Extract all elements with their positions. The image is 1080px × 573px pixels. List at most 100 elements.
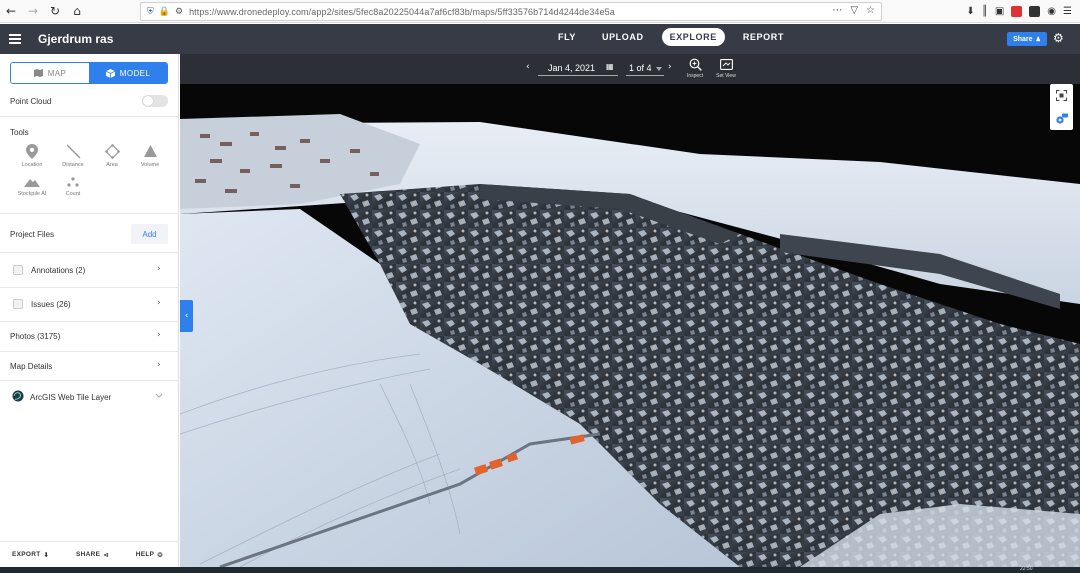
pocket-icon[interactable]: ▽: [850, 5, 858, 16]
os-taskbar: [0, 567, 1080, 573]
shield-icon[interactable]: ⛨: [147, 7, 154, 17]
taskbar-clock: 22:50: [1020, 566, 1033, 572]
issues-checkbox[interactable]: [13, 299, 23, 309]
inspect-magnifier-icon: [689, 58, 702, 71]
permissions-icon[interactable]: ⚙: [175, 7, 183, 17]
count-dots-icon: [67, 177, 79, 187]
divider: [0, 287, 179, 288]
app-header: Gjerdrum ras FLY UPLOAD EXPLORE REPORT S…: [0, 24, 1080, 54]
divider: [0, 321, 179, 322]
reload-icon[interactable]: ↻: [44, 0, 66, 23]
model-viewer[interactable]: ‹ Jan 4, 2021 ▦ 1 of 4 › Inspect Set Vie…: [180, 54, 1080, 567]
point-cloud-label: Point Cloud: [10, 97, 52, 106]
arcgis-layer-row[interactable]: ArcGIS Web Tile Layer: [30, 393, 111, 402]
divider: [0, 351, 179, 352]
home-icon[interactable]: ⌂: [66, 0, 88, 23]
tool-stockpile-ai[interactable]: Stockpile AI: [12, 177, 52, 197]
map-details-row[interactable]: Map Details: [10, 362, 52, 371]
help-button[interactable]: HELP ❂: [136, 551, 163, 559]
chevron-down-icon[interactable]: [155, 393, 163, 399]
model-view-label: MODEL: [119, 68, 151, 78]
point-cloud-switch[interactable]: [142, 95, 168, 107]
set-view-icon: [720, 59, 733, 70]
tool-distance[interactable]: Distance: [53, 144, 93, 168]
photos-row[interactable]: Photos (3175): [10, 332, 60, 341]
page-value: 1 of 4: [629, 63, 652, 73]
share-button[interactable]: Share ♟: [1007, 32, 1047, 46]
inspect-label: Inspect: [686, 73, 704, 79]
divider: [0, 252, 179, 253]
divider: [0, 213, 179, 214]
main-nav-tabs: FLY UPLOAD EXPLORE REPORT: [545, 28, 797, 46]
model-view-button[interactable]: MODEL: [89, 63, 167, 83]
landslide-3d-model[interactable]: [180, 84, 1080, 567]
next-date-chevron-icon[interactable]: ›: [668, 62, 672, 72]
annotations-chevron-icon[interactable]: ›: [157, 264, 161, 274]
divider: [0, 116, 179, 117]
help-lifebuoy-icon: ❂: [157, 550, 163, 559]
annotations-row[interactable]: Annotations (2): [31, 266, 85, 275]
arcgis-globe-icon: [12, 390, 24, 402]
page-actions-icon[interactable]: ⋯: [832, 5, 842, 16]
tool-count[interactable]: Count: [53, 177, 93, 197]
download-icon: ⬇: [43, 550, 50, 559]
address-bar[interactable]: ⛨ 🔒 ⚙ https://www.dronedeploy.com/app2/s…: [140, 2, 882, 21]
tool-stockpile-label: Stockpile AI: [17, 191, 47, 197]
area-polygon-icon: [104, 144, 120, 159]
annotations-checkbox[interactable]: [13, 265, 23, 275]
lock-icon[interactable]: 🔒: [159, 7, 170, 17]
map-view-label: MAP: [47, 68, 67, 78]
tool-location[interactable]: Location: [12, 144, 52, 168]
tool-volume[interactable]: Volume: [130, 144, 170, 168]
fullscreen-icon: [1056, 90, 1067, 101]
settings-gear-icon[interactable]: ⚙: [1053, 31, 1064, 45]
previous-date-chevron-icon[interactable]: ‹: [526, 62, 530, 72]
viewer-toolbar: ‹ Jan 4, 2021 ▦ 1 of 4 › Inspect Set Vie…: [180, 54, 1080, 84]
hamburger-menu-icon[interactable]: [0, 24, 30, 54]
back-icon[interactable]: ←: [0, 0, 22, 23]
issues-chevron-icon[interactable]: ›: [157, 298, 161, 308]
tab-upload[interactable]: UPLOAD: [594, 28, 652, 46]
map-title: Gjerdrum ras: [38, 32, 114, 46]
library-icon[interactable]: ║: [982, 6, 988, 17]
settings-cog-icon: [1056, 113, 1068, 124]
issues-row[interactable]: Issues (26): [31, 300, 71, 309]
share-footer-label: SHARE: [75, 551, 101, 558]
caret-down-icon: [656, 67, 662, 71]
distance-line-icon: [66, 144, 80, 159]
photos-chevron-icon[interactable]: ›: [157, 330, 161, 340]
tab-report[interactable]: REPORT: [735, 28, 792, 46]
map-icon: [33, 69, 43, 77]
add-project-file-button[interactable]: Add: [131, 224, 168, 244]
extension-red-icon[interactable]: [1011, 6, 1023, 17]
share-icon: ⊲: [103, 550, 109, 559]
viewer-settings-button[interactable]: [1050, 107, 1073, 130]
location-pin-icon: [26, 144, 38, 159]
collapse-sidebar-tab[interactable]: ‹: [180, 300, 193, 332]
menu-icon[interactable]: ☰: [1063, 6, 1072, 17]
forward-icon[interactable]: →: [22, 0, 44, 23]
app-root: ← → ↻ ⌂ ⛨ 🔒 ⚙ https://www.dronedeploy.co…: [0, 0, 1080, 573]
tool-volume-label: Volume: [140, 162, 160, 168]
reader-icon[interactable]: ▣: [995, 6, 1004, 17]
fullscreen-button[interactable]: [1050, 84, 1073, 107]
extension-dark-icon[interactable]: [1029, 6, 1041, 17]
page-selector[interactable]: 1 of 4: [626, 62, 664, 76]
tool-distance-label: Distance: [62, 162, 84, 168]
account-icon[interactable]: ◉: [1047, 6, 1056, 17]
tab-fly[interactable]: FLY: [550, 28, 584, 46]
export-button[interactable]: EXPORT ⬇: [12, 551, 49, 559]
map-details-chevron-icon[interactable]: ›: [157, 360, 161, 370]
map-model-toggle: MAP MODEL: [10, 62, 168, 84]
map-view-button[interactable]: MAP: [11, 63, 89, 83]
share-users-icon: ♟: [1035, 36, 1041, 43]
browser-toolbar: ← → ↻ ⌂ ⛨ 🔒 ⚙ https://www.dronedeploy.co…: [0, 0, 1080, 23]
date-selector[interactable]: Jan 4, 2021 ▦: [538, 62, 618, 76]
tool-area[interactable]: Area: [92, 144, 132, 168]
share-footer-button[interactable]: SHARE ⊲: [76, 551, 109, 559]
bookmark-star-icon[interactable]: ☆: [866, 5, 875, 16]
tab-explore[interactable]: EXPLORE: [661, 28, 725, 46]
download-icon[interactable]: ⬇: [966, 6, 974, 17]
help-label: HELP: [135, 551, 155, 558]
url-text[interactable]: https://www.dronedeploy.com/app2/sites/5…: [189, 7, 615, 17]
